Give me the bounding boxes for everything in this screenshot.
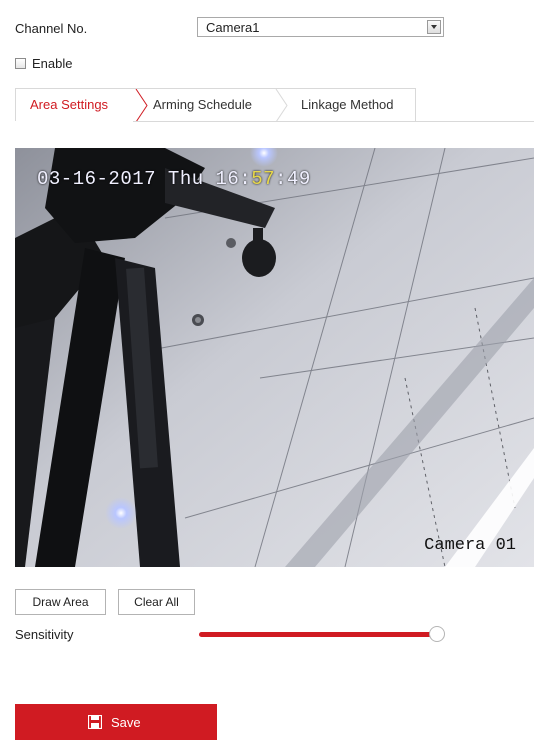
tab-arming-schedule[interactable]: Arming Schedule [153,89,252,121]
chevron-down-icon[interactable] [427,20,441,34]
tab-linkage-method[interactable]: Linkage Method [301,89,394,121]
tab-separator [135,89,148,122]
camera-scene-image [15,148,534,567]
save-disk-icon [88,715,102,729]
tab-area-settings[interactable]: Area Settings [30,89,108,121]
sensitivity-slider-track[interactable] [199,632,437,637]
video-timestamp: 03-16-2017 Thu 16:57:49 [37,168,311,190]
channel-select-value: Camera1 [206,20,260,35]
tab-separator [275,89,288,122]
clear-all-button[interactable]: Clear All [118,589,195,615]
channel-select[interactable]: Camera1 [197,17,444,37]
sensitivity-label: Sensitivity [15,627,74,642]
tab-bar: Area Settings Arming Schedule Linkage Me… [15,88,416,122]
save-button[interactable]: Save [15,704,217,740]
active-tab-gap [15,121,133,123]
channel-label: Channel No. [15,21,88,36]
enable-checkbox[interactable] [15,58,26,69]
sensitivity-slider-handle[interactable] [428,626,445,642]
draw-area-button[interactable]: Draw Area [15,589,106,615]
save-label: Save [111,715,141,730]
enable-label: Enable [32,56,73,71]
video-preview[interactable]: 03-16-2017 Thu 16:57:49 Camera 01 [15,148,534,567]
video-camera-name: Camera 01 [424,536,516,555]
